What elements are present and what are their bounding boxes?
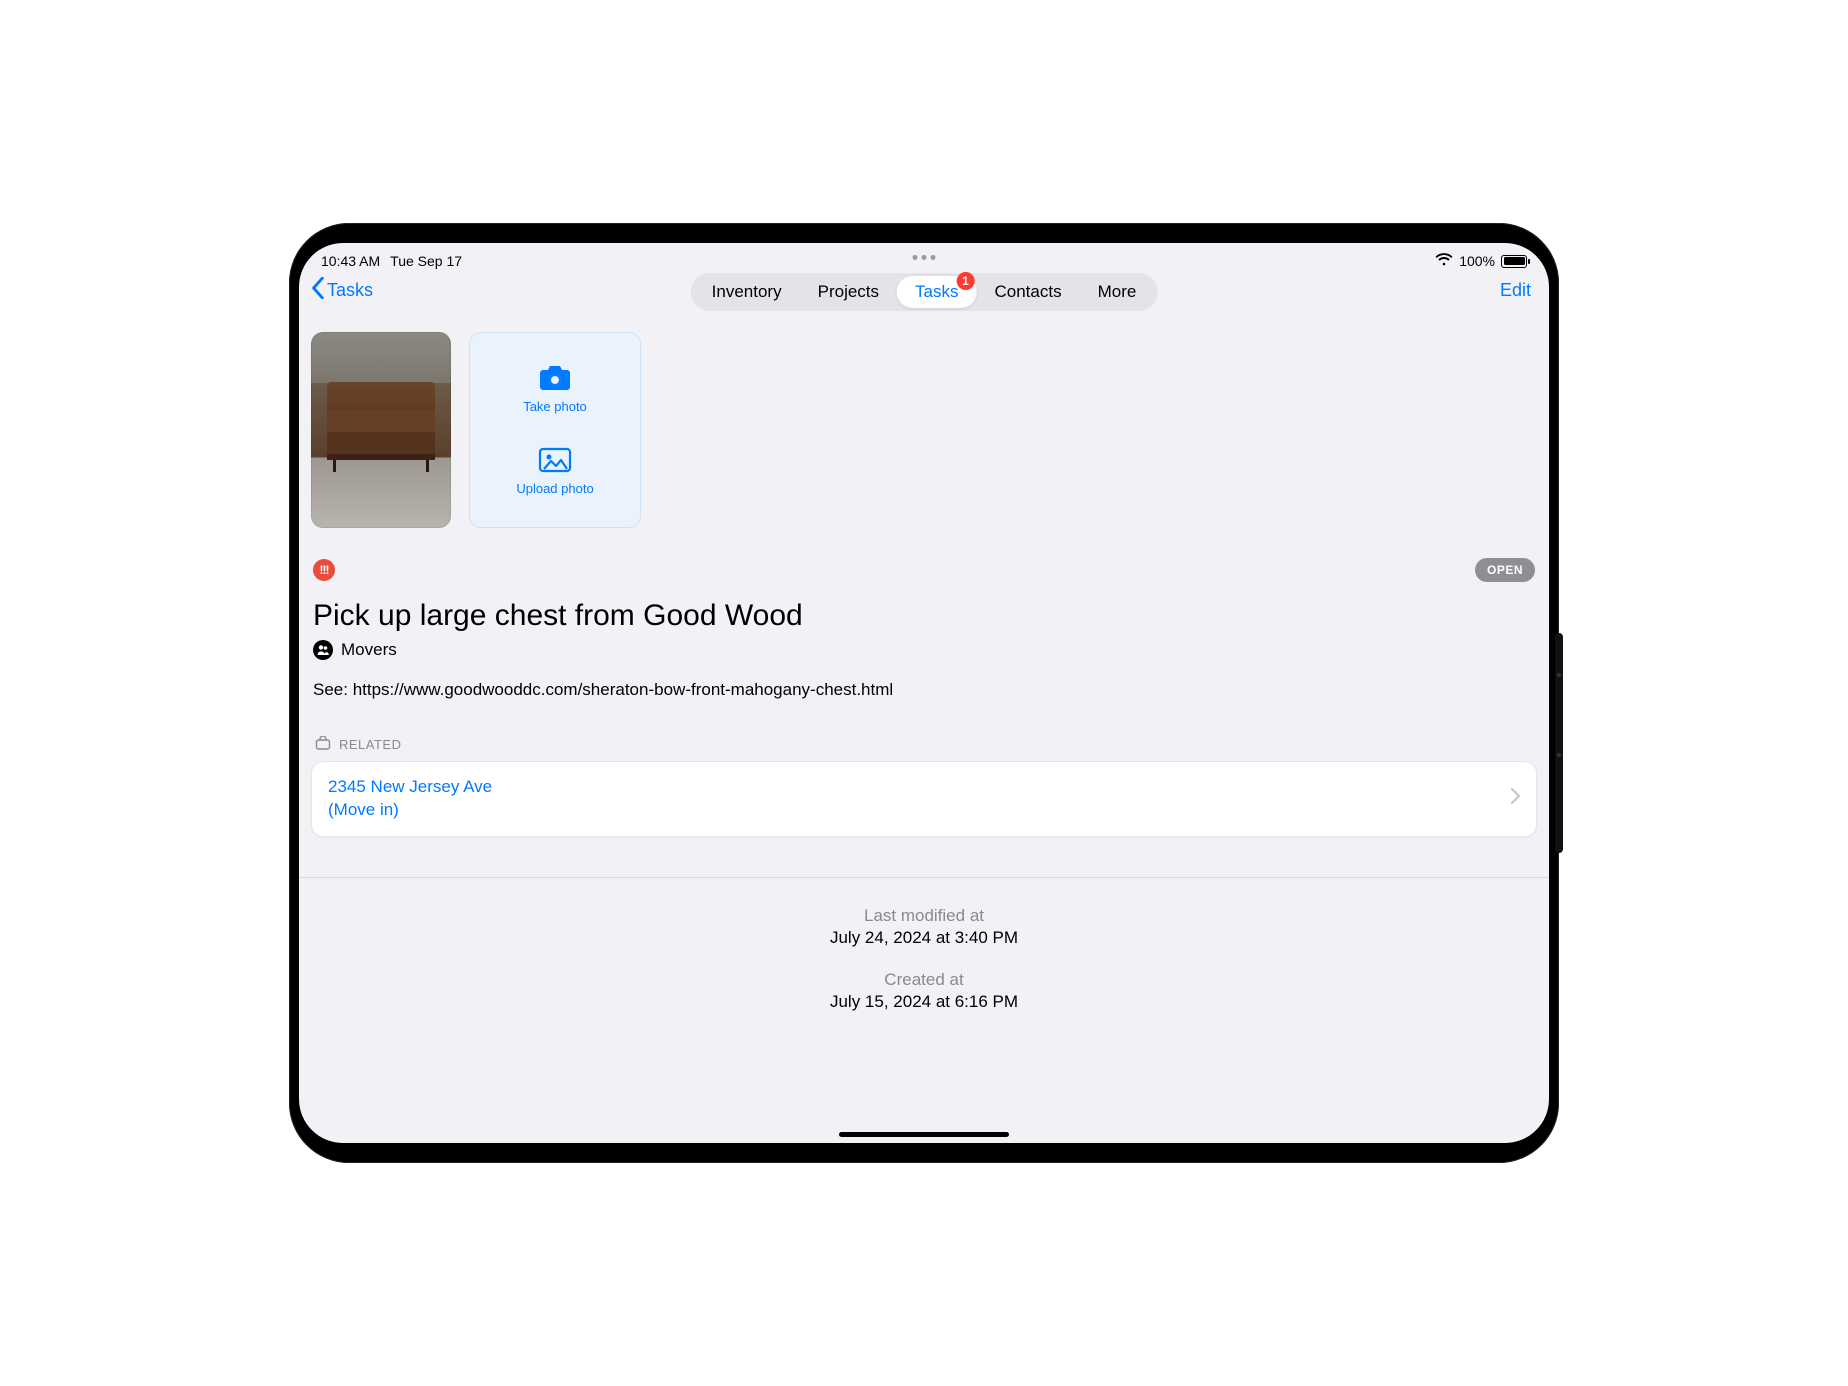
tab-tasks-label: Tasks — [915, 282, 958, 302]
tab-more[interactable]: More — [1080, 276, 1155, 308]
people-group-icon — [313, 640, 333, 660]
back-label: Tasks — [327, 280, 373, 301]
chevron-left-icon — [311, 277, 325, 304]
task-header: !!! OPEN Pick up large chest from Good W… — [311, 558, 1537, 736]
created-label: Created at — [299, 970, 1549, 990]
tab-inventory[interactable]: Inventory — [694, 276, 800, 308]
multitask-indicator[interactable] — [913, 255, 936, 260]
tab-projects[interactable]: Projects — [800, 276, 897, 308]
last-modified-value: July 24, 2024 at 3:40 PM — [299, 928, 1549, 948]
take-photo-button[interactable]: Take photo — [523, 364, 587, 414]
take-photo-label: Take photo — [523, 399, 587, 414]
tab-contacts[interactable]: Contacts — [977, 276, 1080, 308]
related-item-line1: 2345 New Jersey Ave — [328, 776, 492, 799]
task-title: Pick up large chest from Good Wood — [313, 598, 1535, 634]
priority-high-icon: !!! — [313, 559, 335, 581]
device-side-notch — [1555, 633, 1563, 853]
edit-button[interactable]: Edit — [1500, 280, 1531, 301]
link-icon — [315, 736, 331, 753]
assignee-name: Movers — [341, 640, 397, 660]
photo-row: Take photo Upload photo — [311, 332, 1537, 528]
related-item[interactable]: 2345 New Jersey Ave (Move in) — [311, 761, 1537, 837]
task-photo-thumbnail[interactable] — [311, 332, 451, 528]
image-icon — [538, 446, 572, 477]
battery-icon — [1501, 255, 1527, 268]
content-scroll[interactable]: Take photo Upload photo !!! OPEN Pick up… — [299, 318, 1549, 1143]
nav-bar: Tasks Inventory Projects Tasks 1 Contact… — [299, 267, 1549, 318]
footer-metadata: Last modified at July 24, 2024 at 3:40 P… — [299, 877, 1549, 1074]
ipad-frame: 10:43 AM Tue Sep 17 100% Tasks Inventory — [289, 223, 1559, 1163]
assignee-row: Movers — [313, 640, 1535, 660]
chevron-right-icon — [1510, 788, 1520, 809]
screen: 10:43 AM Tue Sep 17 100% Tasks Inventory — [299, 243, 1549, 1143]
last-modified-label: Last modified at — [299, 906, 1549, 926]
related-header-label: RELATED — [339, 737, 402, 752]
status-badge: OPEN — [1475, 558, 1535, 582]
camera-icon — [538, 364, 572, 395]
photo-actions-card: Take photo Upload photo — [469, 332, 641, 528]
created-value: July 15, 2024 at 6:16 PM — [299, 992, 1549, 1012]
upload-photo-button[interactable]: Upload photo — [516, 446, 593, 496]
task-description: See: https://www.goodwooddc.com/sheraton… — [313, 680, 1535, 700]
tab-tasks-badge: 1 — [957, 272, 975, 290]
tab-tasks[interactable]: Tasks 1 — [897, 276, 976, 308]
home-indicator[interactable] — [839, 1132, 1009, 1137]
related-item-line2: (Move in) — [328, 799, 492, 822]
back-button[interactable]: Tasks — [311, 277, 373, 304]
related-section-header: RELATED — [311, 736, 1537, 753]
nav-tabs: Inventory Projects Tasks 1 Contacts More — [691, 273, 1158, 311]
upload-photo-label: Upload photo — [516, 481, 593, 496]
